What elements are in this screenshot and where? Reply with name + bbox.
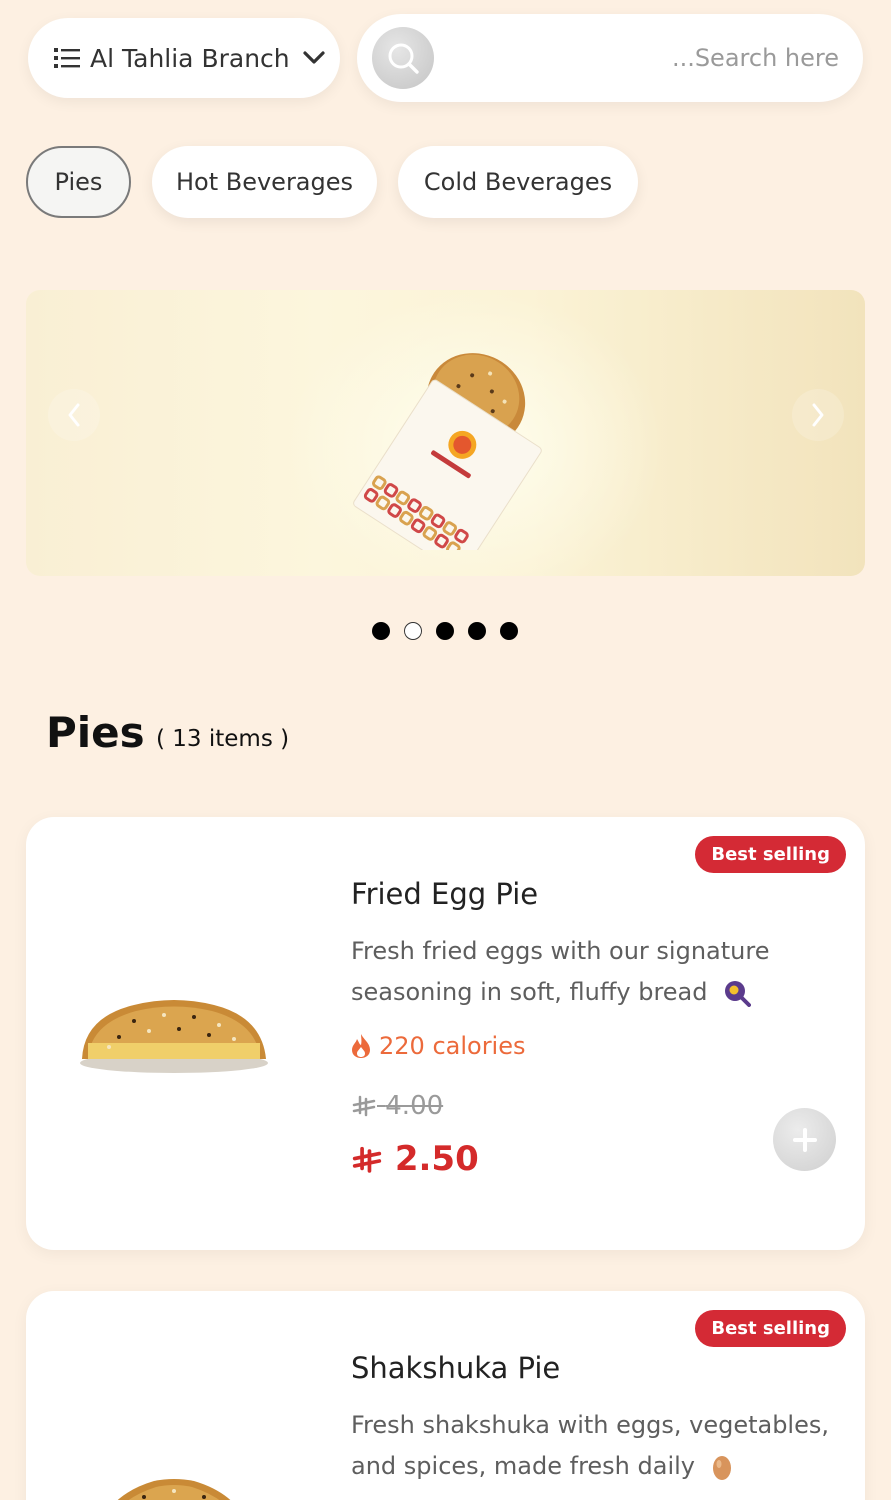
riyal-icon [352, 1146, 382, 1173]
calories-text: 220 calories [379, 1032, 526, 1060]
carousel-next-button[interactable] [792, 389, 844, 441]
calories-info: 220 calories [351, 1032, 526, 1060]
product-description-text: Fresh fried eggs with our signature seas… [351, 937, 770, 1006]
plus-icon [792, 1127, 817, 1152]
carousel-prev-button[interactable] [48, 389, 100, 441]
category-label: Cold Beverages [423, 168, 613, 196]
banner-product-image [353, 353, 542, 550]
best-selling-badge: Best selling [695, 1310, 846, 1347]
chevron-left-icon [68, 403, 80, 427]
price: 2.50 [351, 1139, 479, 1179]
category-pill-hot-beverages[interactable]: Hot Beverages [152, 146, 377, 218]
carousel-dot[interactable] [372, 622, 390, 640]
search-icon [388, 43, 419, 74]
carousel-dot[interactable] [468, 622, 486, 640]
egg-icon [712, 1456, 731, 1480]
price-value: 2.50 [394, 1139, 479, 1179]
product-card[interactable]: Best selling Shakshuka Pie Fresh shakshu… [26, 1291, 865, 1500]
chevron-right-icon [812, 403, 824, 427]
product-name: Shakshuka Pie [351, 1351, 561, 1385]
carousel-dot[interactable] [500, 622, 518, 640]
category-label: Pies [54, 168, 103, 196]
category-pill-pies[interactable]: Pies [26, 146, 131, 218]
flame-icon [352, 1034, 370, 1058]
product-image [80, 1000, 268, 1073]
old-price: 4.00 [351, 1091, 443, 1121]
product-image [117, 1479, 231, 1500]
section-title: Pies [46, 708, 145, 757]
product-card[interactable]: Best selling Fried Egg Pie Fresh fried e… [26, 817, 865, 1250]
list-icon [54, 48, 80, 68]
section-item-count: ( 13 items ) [156, 726, 290, 752]
old-price-value: 4.00 [385, 1091, 444, 1121]
category-pill-cold-beverages[interactable]: Cold Beverages [398, 146, 638, 218]
branch-label: Al Tahlia Branch [90, 43, 290, 73]
product-description: Fresh fried eggs with our signature seas… [351, 931, 831, 1013]
product-description: Fresh shakshuka with eggs, vegetables, a… [351, 1405, 831, 1487]
category-label: Hot Beverages [175, 168, 354, 196]
add-to-cart-button[interactable] [773, 1108, 836, 1171]
best-selling-badge: Best selling [695, 836, 846, 873]
product-description-text: Fresh shakshuka with eggs, vegetables, a… [351, 1411, 829, 1480]
carousel-dot-active[interactable] [404, 622, 422, 640]
chevron-down-icon [303, 51, 325, 64]
carousel-dot[interactable] [436, 622, 454, 640]
carousel-dots [372, 622, 518, 640]
promo-banner[interactable] [26, 290, 865, 576]
riyal-icon [352, 1095, 376, 1116]
fried-egg-icon [725, 981, 752, 1007]
branch-selector[interactable]: Al Tahlia Branch [28, 18, 340, 98]
search-button[interactable] [372, 27, 434, 89]
search-bar [357, 14, 863, 102]
product-name: Fried Egg Pie [351, 877, 539, 911]
search-input[interactable] [434, 44, 863, 72]
